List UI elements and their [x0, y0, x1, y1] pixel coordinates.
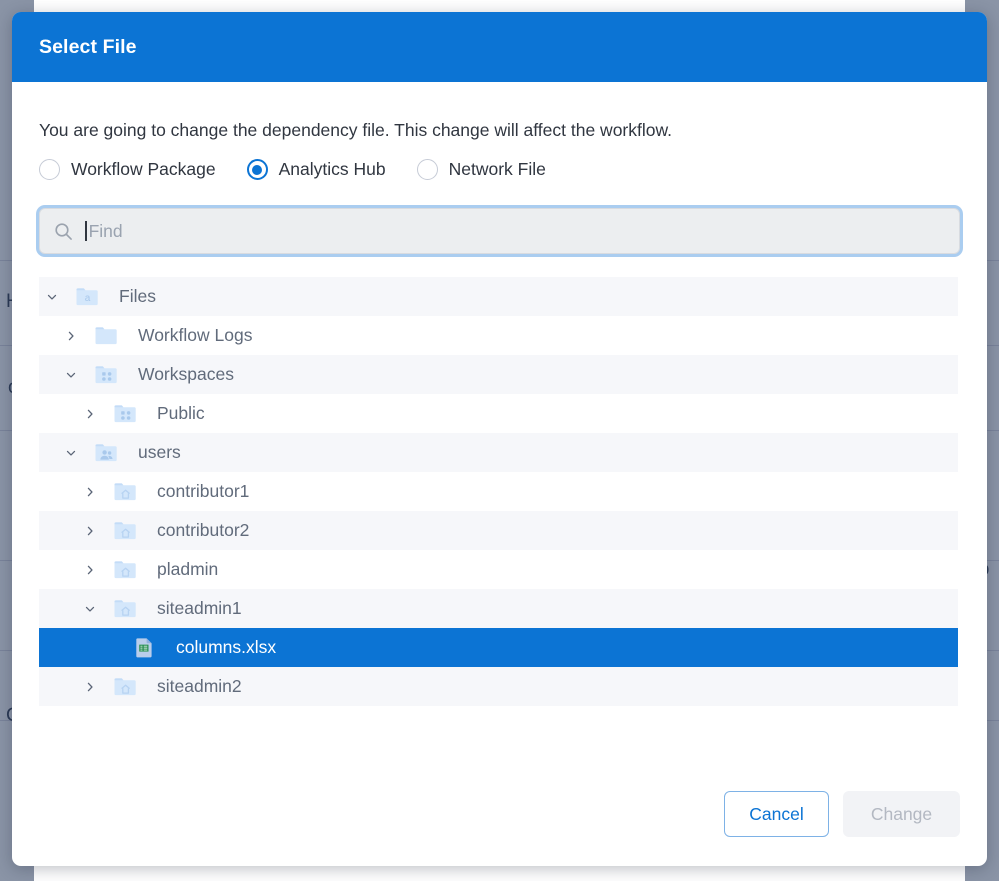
chevron-down-icon[interactable]: [60, 364, 82, 386]
source-radio-label: Workflow Package: [71, 159, 216, 179]
chevron-right-icon[interactable]: [79, 520, 101, 542]
tree-row[interactable]: siteadmin2: [39, 667, 958, 706]
folder-home-icon: [112, 676, 138, 698]
folder-group-icon: [93, 364, 119, 386]
dialog-header: Select File: [12, 12, 987, 82]
page-root: H o C e C C Ro Select File You are going…: [0, 0, 999, 881]
chevron-right-icon[interactable]: [79, 676, 101, 698]
source-radio-analytics-hub[interactable]: Analytics Hub: [246, 159, 386, 180]
dialog-title: Select File: [39, 35, 137, 58]
folder-home-icon: [112, 559, 138, 581]
search-input[interactable]: Find: [89, 221, 123, 242]
tree-row-label: Workflow Logs: [138, 325, 253, 345]
chevron-down-icon[interactable]: [79, 598, 101, 620]
search-field[interactable]: Find: [39, 208, 960, 254]
chevron-down-icon[interactable]: [60, 442, 82, 464]
tree-row-label: contributor2: [157, 520, 250, 540]
tree-row-label: contributor1: [157, 481, 250, 501]
source-radio-label: Network File: [448, 159, 546, 179]
chevron-right-icon[interactable]: [79, 559, 101, 581]
source-radio-network-file[interactable]: Network File: [416, 159, 546, 180]
tree-row[interactable]: Workflow Logs: [39, 316, 958, 355]
folder-plain-icon: [93, 325, 119, 347]
tree-row-label: Workspaces: [138, 364, 234, 384]
folder-alteryx-icon: a: [74, 286, 100, 308]
text-caret: [85, 221, 87, 241]
radio-checked-icon: [246, 159, 268, 180]
folder-group-icon: [112, 403, 138, 425]
tree-row[interactable]: a Files: [39, 277, 958, 316]
dialog-description: You are going to change the dependency f…: [39, 120, 673, 140]
folder-home-icon: [112, 598, 138, 620]
source-radio-group: Workflow Package Analytics Hub Network Fil…: [39, 159, 960, 180]
file-tree: a Files Workflow Logs Workspaces Public users…: [39, 277, 958, 706]
svg-text:a: a: [84, 293, 90, 304]
chevron-right-icon[interactable]: [79, 481, 101, 503]
folder-home-icon: [112, 481, 138, 503]
tree-row-label: users: [138, 442, 181, 462]
tree-row-label: Files: [119, 286, 156, 306]
tree-row-label: Public: [157, 403, 205, 423]
source-radio-label: Analytics Hub: [278, 159, 386, 179]
tree-row[interactable]: users: [39, 433, 958, 472]
tree-row[interactable]: pladmin: [39, 550, 958, 589]
tree-row[interactable]: siteadmin1: [39, 589, 958, 628]
chevron-down-icon[interactable]: [41, 286, 63, 308]
tree-row[interactable]: contributor1: [39, 472, 958, 511]
dialog-body: You are going to change the dependency f…: [12, 82, 987, 866]
cancel-button[interactable]: Cancel: [724, 791, 829, 837]
radio-unchecked-icon: [39, 159, 60, 180]
tree-row[interactable]: columns.xlsx: [39, 628, 958, 667]
tree-row-label: siteadmin1: [157, 598, 242, 618]
tree-row-label: siteadmin2: [157, 676, 242, 696]
change-button[interactable]: Change: [843, 791, 960, 837]
radio-unchecked-icon: [416, 159, 438, 180]
excel-file-icon: [131, 637, 157, 659]
chevron-right-icon[interactable]: [79, 403, 101, 425]
source-radio-workflow-package[interactable]: Workflow Package: [39, 159, 216, 180]
dialog-footer: Cancel Change: [724, 791, 960, 837]
tree-row-label: pladmin: [157, 559, 219, 579]
chevron-right-icon[interactable]: [60, 325, 82, 347]
tree-row[interactable]: Workspaces: [39, 355, 958, 394]
tree-row-label: columns.xlsx: [176, 637, 277, 657]
search-icon: [55, 222, 72, 240]
tree-row[interactable]: contributor2: [39, 511, 958, 550]
folder-home-icon: [112, 520, 138, 542]
folder-users-icon: [93, 442, 119, 464]
tree-row[interactable]: Public: [39, 394, 958, 433]
select-file-dialog: Select File You are going to change the …: [12, 12, 987, 866]
